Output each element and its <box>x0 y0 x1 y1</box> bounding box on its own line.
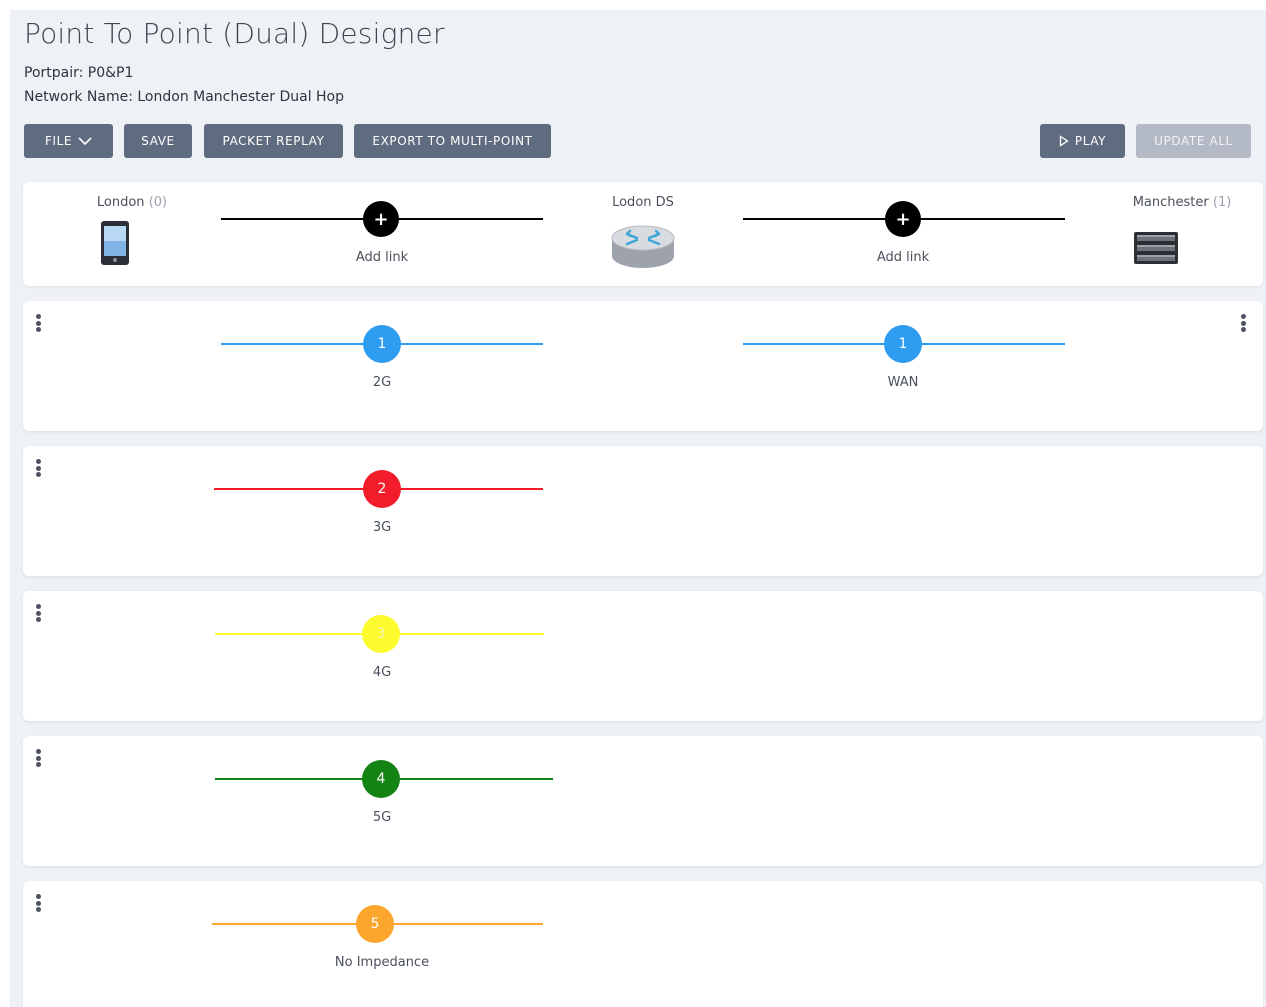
mobile-phone-icon[interactable] <box>100 220 130 266</box>
node-lodon-ds[interactable]: Lodon DS <box>612 195 674 210</box>
link-card-2: 2 3G <box>23 446 1263 576</box>
node-london-count: (0) <box>148 195 168 210</box>
node-manchester-name: Manchester <box>1132 195 1209 210</box>
link-card-4: 4 5G <box>23 736 1263 866</box>
link-badge-3g[interactable]: 2 <box>363 470 401 508</box>
router-icon[interactable] <box>610 220 676 274</box>
plus-icon: + <box>895 208 911 230</box>
link-label-4g: 4G <box>372 665 392 680</box>
add-link-button-right[interactable]: + <box>885 201 921 237</box>
update-all-button[interactable]: UPDATE ALL <box>1136 124 1251 158</box>
link-card-3: 3 4G <box>23 591 1263 721</box>
more-options-icon[interactable] <box>34 458 42 480</box>
plus-icon: + <box>373 208 389 230</box>
add-link-label-left: Add link <box>355 250 409 265</box>
save-button-label: SAVE <box>141 134 175 148</box>
node-manchester[interactable]: Manchester (1) <box>1133 195 1232 210</box>
add-link-button-left[interactable]: + <box>363 201 399 237</box>
link-badge-wan[interactable]: 1 <box>884 325 922 363</box>
add-link-label-right: Add link <box>876 250 930 265</box>
more-options-icon[interactable] <box>34 748 42 770</box>
portpair-text: Portpair: P0&P1 <box>24 65 134 81</box>
more-options-icon[interactable] <box>34 893 42 915</box>
link-badge-4g[interactable]: 3 <box>362 615 400 653</box>
more-options-icon[interactable] <box>34 313 42 335</box>
export-multipoint-button[interactable]: EXPORT TO MULTI-POINT <box>354 124 551 158</box>
page-title: Point To Point (Dual) Designer <box>24 17 445 50</box>
file-button-label: FILE <box>44 134 73 148</box>
node-london[interactable]: London (0) <box>97 195 167 210</box>
link-badge-2g[interactable]: 1 <box>363 325 401 363</box>
packet-replay-button[interactable]: PACKET REPLAY <box>204 124 343 158</box>
topology-card: London (0) + Add link Lodon DS + Add lin… <box>23 182 1263 286</box>
link-label-no-impedance: No Impedance <box>334 955 430 970</box>
file-menu-button[interactable]: FILE <box>24 124 113 158</box>
play-button[interactable]: PLAY <box>1040 124 1125 158</box>
link-label-wan: WAN <box>887 375 919 390</box>
save-button[interactable]: SAVE <box>124 124 192 158</box>
chevron-down-icon <box>78 137 92 146</box>
link-badge-5g[interactable]: 4 <box>362 760 400 798</box>
designer-page: Point To Point (Dual) Designer Portpair:… <box>10 10 1266 1007</box>
node-london-name: London <box>96 195 145 210</box>
node-manchester-count: (1) <box>1212 195 1232 210</box>
packet-replay-label: PACKET REPLAY <box>222 134 325 148</box>
more-options-icon-right[interactable] <box>1239 313 1247 335</box>
update-all-label: UPDATE ALL <box>1154 134 1233 148</box>
link-badge-no-impedance[interactable]: 5 <box>356 905 394 943</box>
more-options-icon[interactable] <box>34 603 42 625</box>
export-label: EXPORT TO MULTI-POINT <box>372 134 533 148</box>
link-label-3g: 3G <box>372 520 392 535</box>
play-label: PLAY <box>1074 134 1107 148</box>
link-card-5: 5 No Impedance <box>23 881 1263 1007</box>
network-name-text: Network Name: London Manchester Dual Hop <box>24 89 345 105</box>
link-card-1: 1 2G 1 WAN <box>23 301 1263 431</box>
server-icon[interactable] <box>1134 232 1178 264</box>
link-label-2g: 2G <box>372 375 392 390</box>
link-label-5g: 5G <box>372 810 392 825</box>
play-icon <box>1059 135 1069 147</box>
